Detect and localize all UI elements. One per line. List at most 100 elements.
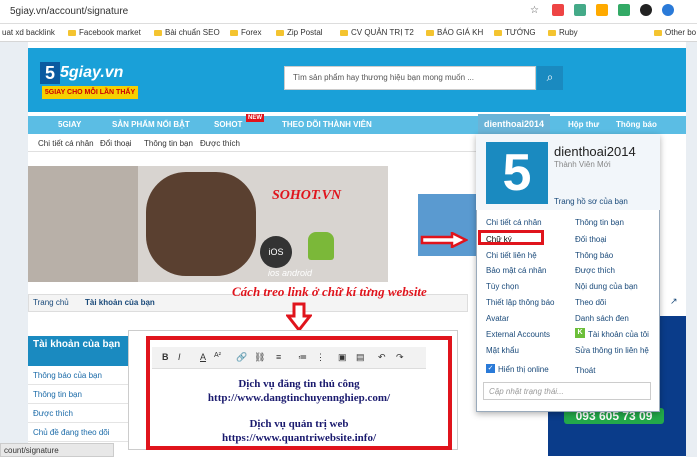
nav-inbox[interactable]: Hộp thư (568, 120, 599, 129)
folder-icon (654, 30, 662, 36)
nav-alerts[interactable]: Thông báo (616, 120, 657, 129)
status-input[interactable]: Cập nhật trạng thái... (483, 382, 651, 400)
breadcrumb-home[interactable]: Trang chủ (33, 298, 69, 307)
subnav-item[interactable]: Chi tiết cá nhân (38, 139, 94, 148)
nav-item[interactable]: SẢN PHẨM NỔI BẬT (112, 120, 190, 129)
main-nav: 5GIAY SẢN PHẨM NỔI BẬT SOHOT NEW THEO DÕ… (28, 114, 686, 134)
subnav-item[interactable]: Được thích (200, 139, 240, 148)
folder-icon (548, 30, 556, 36)
dropdown-item[interactable]: Chi tiết liên hệ (486, 251, 537, 260)
status-bar-url: count/signature (0, 443, 114, 457)
dropdown-item[interactable]: Danh sách đen (575, 314, 629, 323)
dropdown-item[interactable]: Đối thoại (575, 235, 607, 244)
folder-icon (154, 30, 162, 36)
expand-icon[interactable]: ↗ (670, 296, 678, 307)
sidebar-item[interactable]: Thông tin bạn (28, 385, 128, 404)
avatar[interactable]: 5 (486, 142, 548, 204)
table-image (146, 172, 256, 276)
ad-banner[interactable]: SOHOT.VN iOS ios android (28, 166, 388, 282)
online-label: Hiển thị online (498, 365, 549, 374)
breadcrumb-current[interactable]: Tài khoản của bạn (85, 298, 155, 307)
dropdown-item[interactable]: Bảo mật cá nhân (486, 266, 546, 275)
folder-icon (426, 30, 434, 36)
dropdown-item[interactable]: Thiết lập thông báo (486, 298, 555, 307)
logo-slogan: 5GIAY CHO MỖI LẦN THẤY (42, 86, 138, 99)
user-menu-button[interactable]: dienthoai2014 (478, 114, 550, 134)
ios-logo: iOS (260, 236, 292, 268)
bookmark-item[interactable]: Forex (230, 28, 261, 37)
sidebar-item[interactable]: Chủ đề đang theo dõi (28, 423, 128, 442)
bookmark-item[interactable]: CV QUẢN TRỊ T2 (340, 28, 414, 37)
bookmark-item[interactable]: BÁO GIÁ KH (426, 28, 483, 37)
highlight-box-signature (478, 230, 544, 245)
extension-icon[interactable] (618, 4, 630, 16)
bookmark-item[interactable]: TƯỚNG (494, 28, 536, 37)
extension-icon[interactable] (640, 4, 652, 16)
sidebar-title: Tài khoản của bạn (28, 336, 128, 366)
profile-icon[interactable] (662, 4, 674, 16)
dropdown-username[interactable]: dienthoai2014 (554, 144, 636, 159)
folder-icon (340, 30, 348, 36)
sidebar-item[interactable]: Được thích (28, 404, 128, 423)
highlight-box: Dịch vụ đăng tin thủ công http://www.dan… (146, 336, 452, 450)
logo-text: 5giay.vn (60, 64, 124, 81)
nav-item[interactable]: SOHOT (214, 120, 242, 129)
furniture-image (28, 166, 138, 282)
extension-icon[interactable] (574, 4, 586, 16)
banner-os-text: ios android (268, 268, 313, 278)
signature-link[interactable]: https://www.quantriwebsite.info/ (146, 432, 452, 444)
dropdown-item[interactable]: Theo dõi (575, 298, 606, 307)
url-text[interactable]: 5giay.vn/account/signature (10, 6, 128, 17)
bookmark-item[interactable]: Bài chuẩn SEO (154, 28, 220, 37)
banner-brand: SOHOT.VN (272, 188, 342, 203)
signature-link[interactable]: http://www.dangtinchuyennghiep.com/ (146, 392, 452, 404)
extension-icon[interactable] (596, 4, 608, 16)
extension-icon[interactable] (552, 4, 564, 16)
folder-icon (494, 30, 502, 36)
dropdown-item[interactable]: External Accounts (486, 330, 550, 339)
subnav-item[interactable]: Đổi thoại (100, 139, 132, 148)
dropdown-item[interactable]: Tài khoản của tôi (588, 330, 649, 339)
folder-icon (276, 30, 284, 36)
subnav-item[interactable]: Thông tin bạn (144, 139, 193, 148)
new-badge: NEW (246, 114, 264, 122)
dropdown-item[interactable]: Được thích (575, 266, 615, 275)
star-icon[interactable]: ☆ (530, 5, 539, 16)
dropdown-item[interactable]: Thông tin bạn (575, 218, 624, 227)
k-icon: K (575, 328, 585, 338)
folder-icon (68, 30, 76, 36)
dropdown-item[interactable]: Sửa thông tin liên hệ (575, 346, 649, 355)
sidebar-item[interactable]: Thông báo của bạn (28, 366, 128, 385)
annotation-title: Cách treo link ở chữ kí từng website (232, 284, 427, 299)
search-icon: ⌕ (546, 70, 554, 84)
dropdown-item[interactable]: Thông báo (575, 251, 613, 260)
dropdown-item[interactable]: Avatar (486, 314, 509, 323)
sub-nav: Chi tiết cá nhân Đổi thoại Thông tin bạn… (28, 134, 478, 152)
bookmark-item[interactable]: uat xd backlink (2, 28, 55, 37)
dropdown-item[interactable]: Tùy chọn (486, 282, 519, 291)
down-arrow-icon (286, 302, 312, 332)
folder-icon (230, 30, 238, 36)
dropdown-item[interactable]: Mật khẩu (486, 346, 519, 355)
dropdown-item[interactable]: Chi tiết cá nhân (486, 218, 542, 227)
bookmarks-bar: uat xd backlink Facebook market Bài chuẩ… (0, 24, 697, 42)
online-checkbox[interactable]: ✓ (486, 364, 495, 373)
nav-item[interactable]: THEO DÕI THÀNH VIÊN (282, 120, 372, 129)
bookmark-item[interactable]: Other bo (654, 28, 696, 37)
logout-link[interactable]: Thoát (575, 366, 595, 375)
nav-item[interactable]: 5GIAY (58, 120, 81, 129)
right-arrow-icon (420, 232, 468, 248)
profile-link[interactable]: Trang hồ sơ của bạn (554, 197, 628, 206)
bookmark-item[interactable]: Facebook market (68, 28, 141, 37)
bookmark-item[interactable]: Ruby (548, 28, 578, 37)
android-icon (308, 232, 334, 260)
address-bar[interactable]: 5giay.vn/account/signature ☆ (0, 0, 697, 24)
dropdown-rank: Thành Viên Mới (554, 160, 611, 169)
search-input[interactable]: Tìm sản phẩm hay thương hiệu bạn mong mu… (284, 66, 536, 90)
site-logo[interactable]: 5 5giay.vn 5GIAY CHO MỖI LẦN THẤY (40, 58, 140, 102)
bookmark-item[interactable]: Zip Postal (276, 28, 323, 37)
dropdown-item[interactable]: Nội dung của bạn (575, 282, 638, 291)
signature-line: Dịch vụ quản trị web (249, 418, 349, 430)
search-button[interactable]: ⌕ (537, 66, 563, 90)
signature-line: Dịch vụ đăng tin thủ công (238, 378, 360, 390)
